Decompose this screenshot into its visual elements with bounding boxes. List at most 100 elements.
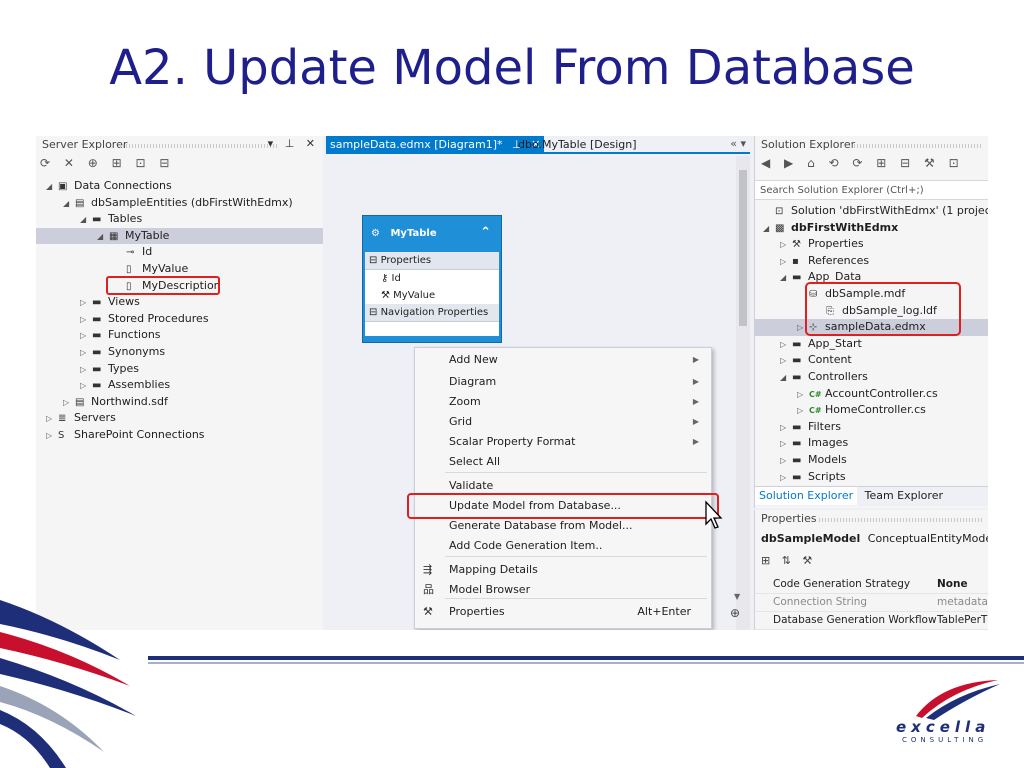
solution-search-input[interactable]: Search Solution Explorer (Ctrl+;) xyxy=(755,180,988,200)
property-value[interactable]: TablePerT xyxy=(937,612,987,629)
expand-arrow-icon[interactable]: ▷ xyxy=(80,328,92,344)
expand-arrow-icon[interactable]: ▷ xyxy=(780,254,792,270)
expand-arrow-icon[interactable]: ▷ xyxy=(80,362,92,378)
expand-arrow-icon[interactable]: ◢ xyxy=(80,212,92,228)
context-menu-item[interactable]: ⇶ Mapping Details xyxy=(415,560,711,580)
tree-item[interactable]: ▷ ▬ Types xyxy=(36,361,323,378)
expand-arrow-icon[interactable]: ◢ xyxy=(46,179,58,195)
solution-tree-item[interactable]: ▷ ▪ References xyxy=(755,253,988,270)
panel-grip[interactable] xyxy=(120,144,279,148)
panel-grip[interactable] xyxy=(819,518,982,522)
context-menu-item[interactable]: Update Model from Database... xyxy=(415,496,711,516)
scrollbar-thumb[interactable] xyxy=(739,170,747,326)
tab-sampledata-edmx[interactable]: sampleData.edmx [Diagram1]* ⊥ ✕ xyxy=(326,136,545,154)
context-menu-item[interactable]: Add Code Generation Item.. xyxy=(415,536,711,556)
zoom-icon[interactable]: ⊕ xyxy=(730,606,740,620)
expand-arrow-icon[interactable]: ◢ xyxy=(97,229,109,245)
solution-tree-item[interactable]: ▷ ▬ Scripts xyxy=(755,469,988,486)
solution-tree-item[interactable]: ▷ ⚒ Properties xyxy=(755,236,988,253)
tab-mytable-design[interactable]: dbo.MyTable [Design] xyxy=(514,136,641,154)
tree-item[interactable]: ▷ ▬ Synonyms xyxy=(36,344,323,361)
expand-arrow-icon[interactable]: ▷ xyxy=(46,428,58,444)
expand-arrow-icon[interactable]: ◢ xyxy=(763,221,775,237)
expand-arrow-icon[interactable]: ▷ xyxy=(80,378,92,394)
context-menu-item[interactable]: Add New ▶ xyxy=(415,350,711,370)
expand-arrow-icon[interactable]: ▷ xyxy=(780,237,792,253)
solution-tree-item[interactable]: ▷ C# HomeController.cs xyxy=(755,402,988,419)
solution-tree-item[interactable]: ▷ ▬ Filters xyxy=(755,419,988,436)
context-menu-item[interactable]: ⚒ Properties Alt+Enter xyxy=(415,602,711,622)
tree-item[interactable]: ◢ ▦ MyTable xyxy=(36,227,323,245)
property-row[interactable]: Code Generation Strategy None xyxy=(755,576,988,594)
solution-tree-item[interactable]: ◢ ▩ dbFirstWithEdmx xyxy=(755,220,988,237)
solution-tree-item[interactable]: ▷ ▬ Images xyxy=(755,435,988,452)
tree-item[interactable]: ◢ ▬ Tables xyxy=(36,211,323,228)
property-row[interactable]: Connection String metadata xyxy=(755,594,988,612)
tab-team-explorer[interactable]: Team Explorer xyxy=(861,487,947,505)
collapse-chevron-icon[interactable]: ⌃ xyxy=(480,225,491,240)
server-explorer-toolbar[interactable]: ⟳ ✕ ⊕ ⊞ ⊡ ⊟ xyxy=(40,156,174,174)
solution-tree-item[interactable]: ▷ C# AccountController.cs xyxy=(755,386,988,403)
expand-arrow-icon[interactable]: ▷ xyxy=(780,420,792,436)
expand-arrow-icon[interactable]: ▷ xyxy=(80,345,92,361)
expand-arrow-icon[interactable]: ▷ xyxy=(780,436,792,452)
context-menu-item[interactable]: Scalar Property Format ▶ xyxy=(415,432,711,452)
tree-item[interactable]: ▷ ▬ Assemblies xyxy=(36,377,323,394)
tree-item[interactable]: ◢ ▤ dbSampleEntities (dbFirstWithEdmx) xyxy=(36,195,323,212)
visual-studio-screenshot: Server Explorer ▾ ⊥ ✕ ⟳ ✕ ⊕ ⊞ ⊡ ⊟ ◢ ▣ Data… xyxy=(36,136,988,630)
tree-item[interactable]: ▷ ▬ Views xyxy=(36,294,323,311)
entity-mytable[interactable]: ⚙ MyTable ⌃ ⊟ Properties ⚷ Id ⚒ MyValue … xyxy=(362,215,502,343)
tab-solution-explorer[interactable]: Solution Explorer xyxy=(755,487,858,505)
expand-arrow-icon[interactable]: ▷ xyxy=(780,353,792,369)
solution-tree-item[interactable]: ▷ ▬ App_Start xyxy=(755,336,988,353)
context-menu-item[interactable]: Generate Database from Model... xyxy=(415,516,711,536)
context-menu-item[interactable]: 品 Model Browser xyxy=(415,580,711,600)
tree-item[interactable]: ▷ ▬ Stored Procedures xyxy=(36,311,323,328)
expand-arrow-icon[interactable]: ▷ xyxy=(780,470,792,486)
expand-arrow-icon[interactable]: ▷ xyxy=(63,395,75,411)
context-menu-item[interactable]: Zoom ▶ xyxy=(415,392,711,412)
properties-grid: Code Generation Strategy None Connection S… xyxy=(755,576,988,630)
properties-object-selector[interactable]: dbSampleModel ConceptualEntityModel xyxy=(761,532,988,545)
solution-explorer-toolbar[interactable]: ◀ ▶ ⌂ ⟲ ⟳ ⊞ ⊟ ⚒ ⊡ xyxy=(761,156,964,174)
tab-overflow-icons[interactable]: « ▾ xyxy=(730,137,746,150)
solution-tree-item[interactable]: ◢ ▬ Controllers xyxy=(755,369,988,386)
solution-tree-item[interactable]: ▷ ▬ Content xyxy=(755,352,988,369)
context-menu-item[interactable]: Select All xyxy=(415,452,711,472)
expand-arrow-icon[interactable]: ◢ xyxy=(63,196,75,212)
entity-navigation-section[interactable]: ⊟ Navigation Properties xyxy=(365,304,499,322)
tree-item[interactable]: ◢ ▣ Data Connections xyxy=(36,178,323,195)
tree-item[interactable]: ▷ ▬ Functions xyxy=(36,327,323,344)
expand-arrow-icon[interactable]: ▷ xyxy=(797,403,809,419)
tree-item[interactable]: ▷ ≣ Servers xyxy=(36,410,323,427)
properties-toolbar[interactable]: ⊞ ⇅ ⚒ xyxy=(761,554,816,567)
solution-tree-item[interactable]: ▷ ▬ Models xyxy=(755,452,988,469)
expand-arrow-icon[interactable]: ▷ xyxy=(780,453,792,469)
entity-properties-section[interactable]: ⊟ Properties xyxy=(365,252,499,270)
panel-grip[interactable] xyxy=(851,144,982,148)
server-explorer-header-icons[interactable]: ▾ ⊥ ✕ xyxy=(268,137,319,150)
menu-item-label: Add Code Generation Item.. xyxy=(449,539,603,552)
expand-arrow-icon[interactable]: ▷ xyxy=(780,337,792,353)
expand-arrow-icon[interactable]: ▷ xyxy=(46,411,58,427)
expand-arrow-icon[interactable]: ◢ xyxy=(780,270,792,286)
scroll-down-arrow-icon[interactable]: ▼ xyxy=(734,592,740,601)
designer-scrollbar[interactable] xyxy=(736,156,750,630)
entity-property[interactable]: ⚷ Id xyxy=(365,270,499,287)
context-menu-item[interactable]: Validate xyxy=(415,476,711,496)
context-menu-item[interactable]: Diagram ▶ xyxy=(415,372,711,392)
context-menu-item[interactable]: Grid ▶ xyxy=(415,412,711,432)
tree-item[interactable]: ⊸ Id xyxy=(36,244,323,261)
solution-tree-item[interactable]: ⊡ Solution 'dbFirstWithEdmx' (1 project) xyxy=(755,203,988,220)
tree-item[interactable]: ▷ S SharePoint Connections xyxy=(36,427,323,444)
property-row[interactable]: Database Generation Workflow TablePerT xyxy=(755,612,988,630)
tree-item[interactable]: ▷ ▤ Northwind.sdf xyxy=(36,394,323,411)
expand-arrow-icon[interactable]: ▷ xyxy=(80,312,92,328)
tree-item[interactable]: ▯ MyDescription xyxy=(36,275,323,295)
property-value[interactable]: metadata xyxy=(937,594,988,611)
expand-arrow-icon[interactable]: ◢ xyxy=(780,370,792,386)
expand-arrow-icon[interactable]: ▷ xyxy=(80,295,92,311)
entity-property[interactable]: ⚒ MyValue xyxy=(365,287,499,304)
expand-arrow-icon[interactable]: ▷ xyxy=(797,387,809,403)
property-value[interactable]: None xyxy=(937,576,968,593)
